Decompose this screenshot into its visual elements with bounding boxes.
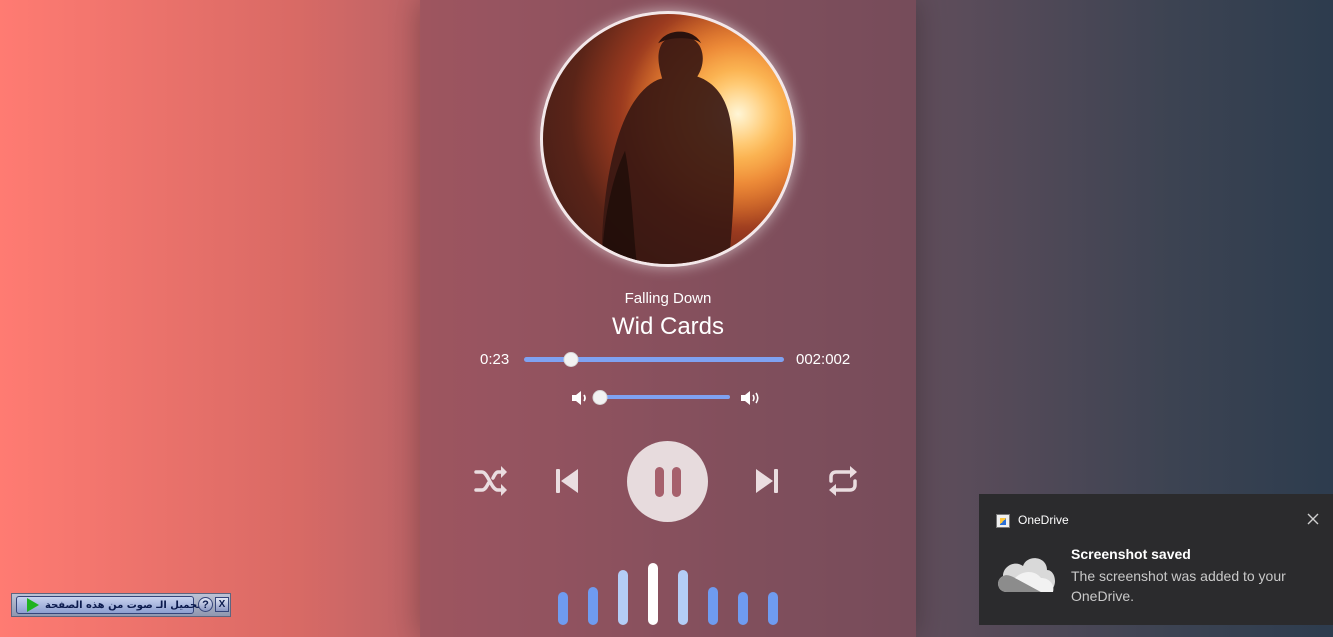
audio-download-toolbar: تحميل الـ صوت من هذه الصفحة ? X (11, 593, 231, 617)
visualizer-bar (588, 587, 598, 625)
close-icon (1307, 513, 1319, 525)
visualizer-bar (648, 563, 658, 625)
close-notification-button[interactable] (1305, 511, 1321, 527)
album-cover (540, 11, 796, 267)
visualizer-bar (708, 587, 718, 625)
next-button[interactable] (747, 461, 787, 501)
pause-icon (654, 466, 681, 497)
volume-slider[interactable] (600, 395, 730, 399)
onedrive-cloud-icon (993, 552, 1057, 596)
visualizer-bar (558, 592, 568, 625)
volume-high-icon[interactable] (740, 388, 762, 408)
repeat-icon (829, 466, 857, 496)
download-audio-label: تحميل الـ صوت من هذه الصفحة (45, 599, 201, 611)
notification-body: The screenshot was added to your OneDriv… (1071, 568, 1286, 604)
song-title: Falling Down (624, 290, 712, 307)
help-button[interactable]: ? (198, 597, 213, 612)
visualizer-bar (738, 592, 748, 625)
download-audio-button[interactable]: تحميل الـ صوت من هذه الصفحة (16, 596, 201, 614)
pause-button[interactable] (627, 441, 708, 522)
repeat-button[interactable] (823, 461, 863, 501)
music-player: Falling Down Wid Cards 0:23 002:002 (420, 0, 916, 637)
current-time: 0:23 (480, 351, 510, 368)
close-toolbar-button[interactable]: X (215, 597, 229, 612)
notification-heading: Screenshot saved (1071, 546, 1191, 562)
previous-button[interactable] (547, 461, 587, 501)
visualizer-bar (618, 570, 628, 625)
notification-app-name: OneDrive (1018, 513, 1069, 527)
play-icon (27, 598, 39, 612)
artist-name: Wid Cards (611, 313, 725, 340)
visualizer-bar (768, 592, 778, 625)
next-icon (756, 469, 778, 493)
onedrive-app-icon (996, 514, 1010, 528)
volume-low-icon[interactable] (570, 388, 592, 408)
volume-thumb[interactable] (592, 390, 608, 405)
visualizer-bar (678, 570, 688, 625)
seek-thumb[interactable] (563, 352, 579, 367)
onedrive-notification[interactable]: OneDrive Screenshot saved The screenshot… (979, 494, 1333, 625)
audio-visualizer (420, 560, 916, 637)
duration: 002:002 (796, 351, 851, 368)
shuffle-button[interactable] (471, 461, 511, 501)
shuffle-icon (474, 466, 507, 496)
album-cover-image (543, 14, 793, 264)
previous-icon (556, 469, 578, 493)
